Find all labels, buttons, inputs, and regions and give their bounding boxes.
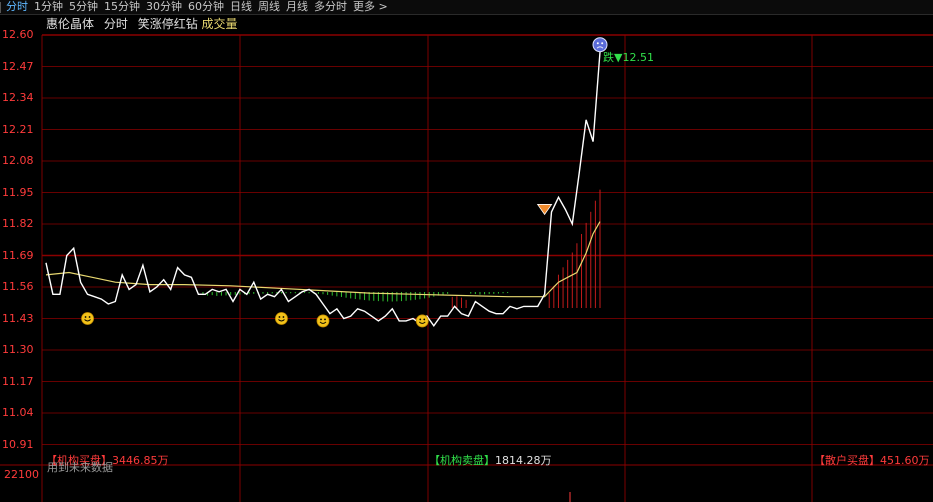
smile-icon xyxy=(316,314,330,328)
smile-icon-eye xyxy=(324,318,326,321)
sad-face-icon-eye xyxy=(596,42,599,45)
price-tick-label: 11.56 xyxy=(2,280,34,293)
intraday-price-chart[interactable] xyxy=(0,0,933,502)
smile-icon-eye xyxy=(423,318,426,321)
smile-icon xyxy=(275,312,288,325)
smile-icon xyxy=(81,312,94,325)
average-price-line xyxy=(45,221,601,298)
smile-icon-eye xyxy=(278,316,281,318)
price-tick-label: 12.47 xyxy=(2,59,34,73)
price-tick-label: 10.91 xyxy=(2,437,34,451)
smile-icon-eye xyxy=(84,316,87,318)
retail-buy-flow: 【散户买盘】451.60万 xyxy=(814,454,930,467)
future-data-note: 用到未来数据 xyxy=(47,461,113,474)
volume-scale-label: 22100 xyxy=(4,468,39,481)
smile-icon-eye xyxy=(88,316,91,318)
price-tick-label: 12.21 xyxy=(2,122,34,136)
price-tick-label: 11.82 xyxy=(2,217,34,230)
sad-face-icon-eye xyxy=(601,42,604,45)
price-tick-label: 11.04 xyxy=(2,406,34,419)
smile-icon xyxy=(415,314,429,328)
price-line xyxy=(45,51,601,328)
smile-icon-eye xyxy=(282,316,285,318)
inst-sell-flow: 【机构卖盘】1814.28万 xyxy=(429,454,552,467)
smile-icon-eye xyxy=(419,318,422,321)
price-tick-label: 11.43 xyxy=(2,311,34,325)
price-tick-label: 11.69 xyxy=(2,248,34,262)
price-tick-label: 11.30 xyxy=(2,343,34,356)
price-tick-label: 12.60 xyxy=(2,28,34,41)
warning-triangle-icon xyxy=(536,204,553,216)
price-tick-label: 11.95 xyxy=(2,185,34,199)
smile-icon-eye xyxy=(320,318,322,321)
peak-annotation: 跌▼12.51 xyxy=(603,51,654,64)
price-tick-label: 12.08 xyxy=(2,154,34,167)
price-tick-label: 11.17 xyxy=(2,374,34,388)
price-tick-label: 12.34 xyxy=(2,91,34,104)
